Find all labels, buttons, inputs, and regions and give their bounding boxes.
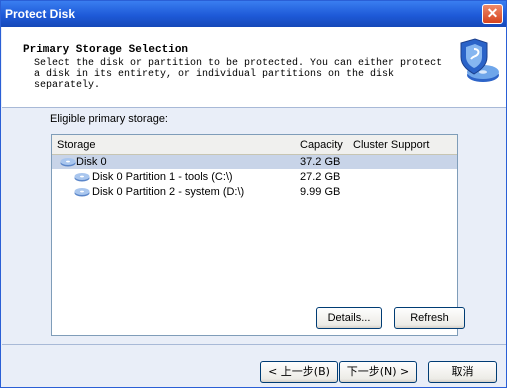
list-item[interactable]: Disk 0 Partition 2 - system (D:\) 9.99 G…: [52, 185, 457, 199]
back-button[interactable]: < 上一步(B): [260, 361, 338, 383]
disk-protect-logo-icon: [460, 38, 499, 82]
storage-name: Disk 0 Partition 1 - tools (C:\): [92, 171, 233, 183]
wizard-header: Primary Storage Selection Select the dis…: [2, 27, 506, 108]
partition-icon: [74, 173, 90, 182]
storage-list[interactable]: Storage Capacity Cluster Support Disk 0 …: [51, 134, 458, 336]
column-storage[interactable]: Storage: [57, 139, 96, 151]
column-capacity[interactable]: Capacity: [300, 139, 343, 151]
list-item[interactable]: Disk 0 37.2 GB: [52, 155, 457, 169]
footer-divider: [2, 344, 506, 345]
title-bar: Protect Disk ✕: [1, 1, 506, 27]
eligible-storage-label: Eligible primary storage:: [50, 113, 168, 125]
storage-name: Disk 0 Partition 2 - system (D:\): [92, 186, 245, 198]
column-header-row: Storage Capacity Cluster Support: [52, 135, 457, 155]
storage-capacity: 9.99 GB: [300, 186, 341, 198]
next-button[interactable]: 下一步(N) >: [339, 361, 417, 383]
storage-name: Disk 0: [76, 156, 107, 168]
page-title: Primary Storage Selection: [23, 44, 189, 56]
close-icon: ✕: [486, 5, 499, 21]
disk-icon: [60, 158, 76, 167]
column-cluster-support[interactable]: Cluster Support: [353, 139, 429, 151]
close-button[interactable]: ✕: [482, 4, 503, 24]
storage-capacity: 37.2 GB: [300, 156, 341, 168]
protect-disk-dialog: Protect Disk ✕ Primary Storage Selection…: [0, 0, 507, 388]
details-button[interactable]: Details...: [316, 307, 382, 329]
cancel-button[interactable]: 取消: [428, 361, 497, 383]
partition-icon: [74, 188, 90, 197]
storage-capacity: 27.2 GB: [300, 171, 341, 183]
page-description: Select the disk or partition to be prote…: [34, 58, 443, 91]
list-item[interactable]: Disk 0 Partition 1 - tools (C:\) 27.2 GB: [52, 170, 457, 184]
window-title: Protect Disk: [5, 7, 76, 21]
refresh-button[interactable]: Refresh: [394, 307, 465, 329]
